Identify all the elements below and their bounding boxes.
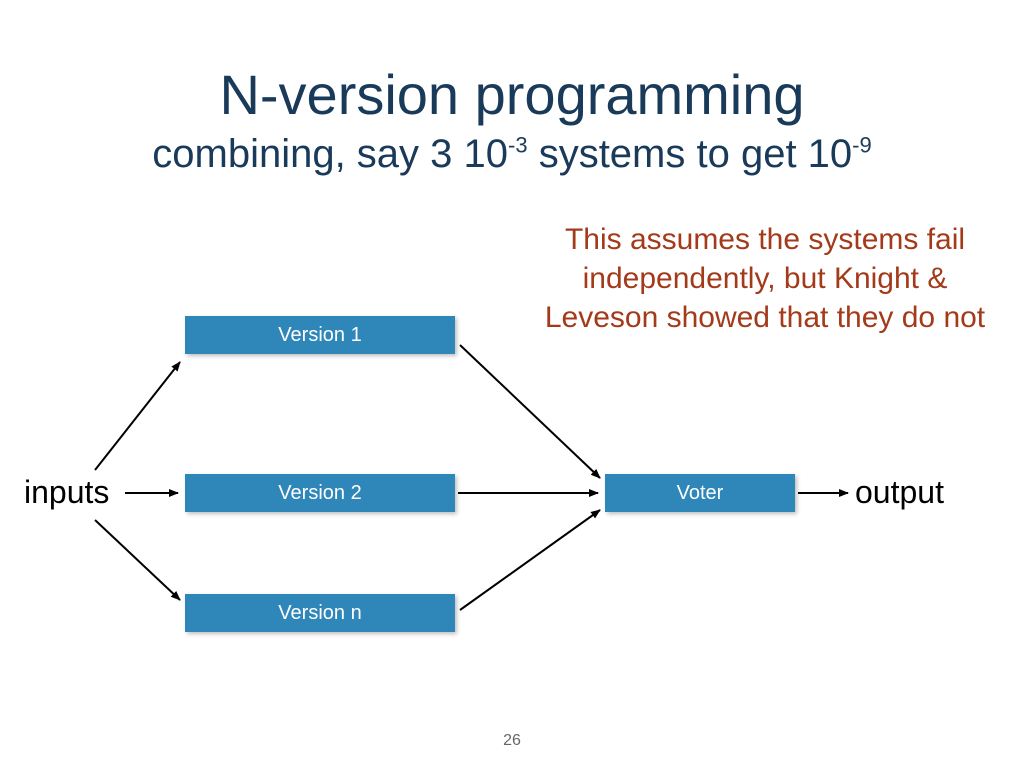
box-version-1: Version 1 [185,316,455,354]
output-label: output [855,474,944,511]
subtitle-exp-1: -3 [508,133,528,158]
arrow-inputs-to-vn [95,520,180,600]
subtitle-part-1: combining, say 3 10 [152,132,508,176]
arrow-v1-to-voter [460,345,600,478]
arrow-vn-to-voter [460,510,600,610]
slide-subtitle: combining, say 3 10-3 systems to get 10-… [0,132,1024,177]
box-voter: Voter [605,474,795,512]
box-version-2: Version 2 [185,474,455,512]
inputs-label: inputs [24,474,109,511]
subtitle-exp-2: -9 [852,133,872,158]
box-version-n: Version n [185,594,455,632]
slide: N-version programming combining, say 3 1… [0,0,1024,768]
arrow-inputs-to-v1 [95,362,180,470]
annotation-note: This assumes the systems fail independen… [540,220,990,337]
subtitle-part-2: systems to get 10 [528,132,853,176]
slide-title: N-version programming [0,62,1024,127]
page-number: 26 [0,732,1024,750]
